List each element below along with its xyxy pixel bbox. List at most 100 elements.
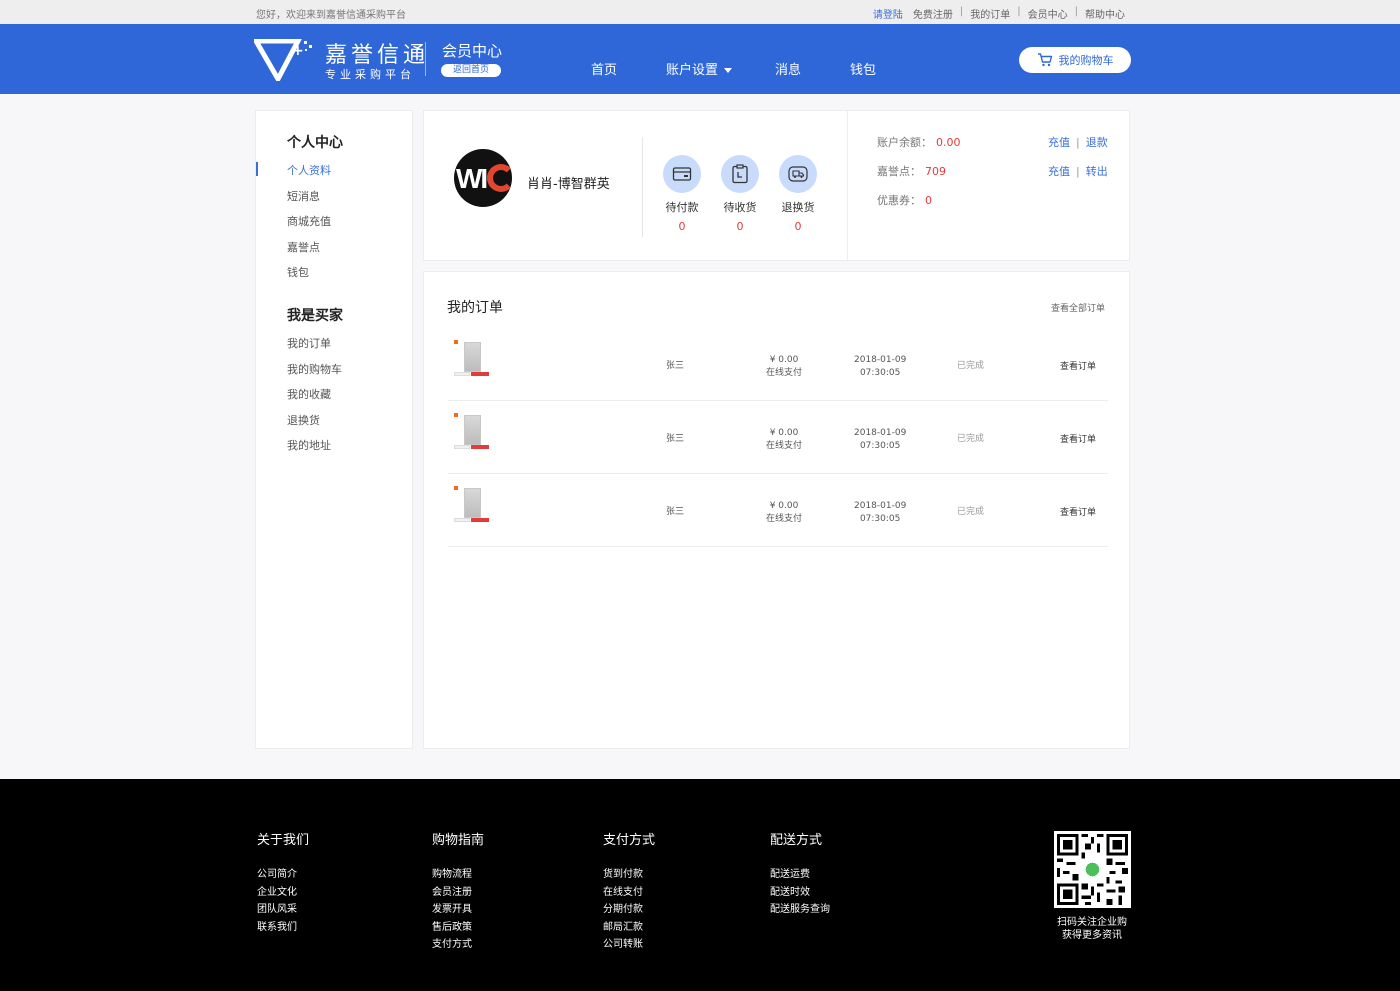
- view-order-link[interactable]: 查看订单: [1060, 434, 1096, 447]
- footer-link[interactable]: 在线支付: [603, 884, 655, 902]
- sidebar-item-wallet[interactable]: 钱包: [287, 264, 309, 280]
- sidebar-item-my-orders[interactable]: 我的订单: [287, 335, 331, 351]
- back-home-button[interactable]: 返回首页: [441, 64, 501, 77]
- account-balance-label: 账户余额：: [877, 136, 932, 149]
- order-date: 2018-01-09: [854, 428, 907, 438]
- footer-link[interactable]: 售后政策: [432, 919, 484, 937]
- order-payment: ¥ 0.00 在线支付: [766, 500, 802, 526]
- footer-link[interactable]: 购物流程: [432, 866, 484, 884]
- sidebar-item-recharge[interactable]: 商城充值: [287, 213, 331, 229]
- nav-account-settings[interactable]: 账户设置: [666, 59, 733, 78]
- brand-tagline: 专业采购平台: [325, 68, 415, 81]
- footer-link[interactable]: 发票开具: [432, 901, 484, 919]
- footer: 关于我们 公司简介 企业文化 团队风采 联系我们 购物指南 购物流程 会员注册 …: [0, 779, 1400, 991]
- order-buyer: 张三: [666, 361, 685, 371]
- my-cart-label: 我的购物车: [1058, 54, 1114, 67]
- nav-messages[interactable]: 消息: [775, 59, 801, 78]
- order-time: 2018-01-09 07:30:05: [854, 500, 906, 526]
- product-thumbnail[interactable]: [454, 486, 490, 526]
- stat-label: 待收货: [723, 201, 757, 214]
- product-thumbnail[interactable]: [454, 413, 490, 453]
- sidebar-item-points[interactable]: 嘉誉点: [287, 239, 320, 255]
- footer-column-title: 关于我们: [257, 833, 310, 848]
- top-links: 请登陆 免费注册 | 我的订单 | 会员中心 | 帮助中心: [868, 6, 1130, 21]
- nav-wallet[interactable]: 钱包: [850, 59, 876, 78]
- account-divider: [847, 111, 848, 260]
- order-time: 2018-01-09 07:30:05: [854, 427, 906, 453]
- avatar-text: WI: [456, 163, 488, 194]
- sidebar-item-favorites[interactable]: 我的收藏: [287, 386, 331, 402]
- footer-link[interactable]: 配送时效: [770, 884, 830, 902]
- username: 肖肖-博智群英: [527, 177, 610, 192]
- footer-link[interactable]: 联系我们: [257, 919, 309, 937]
- order-time: 2018-01-09 07:30:05: [854, 354, 906, 380]
- points-value: 709: [925, 165, 946, 178]
- footer-column-about: 关于我们 公司简介 企业文化 团队风采 联系我们: [257, 829, 309, 936]
- sidebar-item-addresses[interactable]: 我的地址: [287, 437, 331, 453]
- table-row[interactable]: 张三 ¥ 0.00 在线支付 2018-01-09 07:30:05 已完成 查看订…: [448, 328, 1108, 401]
- brand-name: 嘉誉信通: [325, 43, 430, 68]
- stat-pending-receipt[interactable]: 待收货 0: [710, 155, 770, 233]
- view-order-link[interactable]: 查看订单: [1060, 361, 1096, 374]
- orders-title: 我的订单: [447, 300, 503, 316]
- balance-refund-link[interactable]: 退款: [1086, 136, 1108, 149]
- footer-link[interactable]: 团队风采: [257, 901, 309, 919]
- order-payment: ¥ 0.00 在线支付: [766, 354, 802, 380]
- footer-link[interactable]: 货到付款: [603, 866, 655, 884]
- register-link[interactable]: 免费注册: [908, 6, 958, 21]
- footer-link[interactable]: 配送运费: [770, 866, 830, 884]
- logo-icon[interactable]: +: [254, 39, 316, 81]
- footer-link[interactable]: 公司简介: [257, 866, 309, 884]
- avatar[interactable]: WI: [454, 149, 512, 207]
- footer-link[interactable]: 会员注册: [432, 884, 484, 902]
- top-bar: 您好，欢迎来到嘉誉信通采购平台 请登陆 免费注册 | 我的订单 | 会员中心 |…: [0, 0, 1400, 24]
- footer-link[interactable]: 配送服务查询: [770, 901, 830, 919]
- order-clock: 07:30:05: [859, 368, 901, 378]
- table-row[interactable]: 张三 ¥ 0.00 在线支付 2018-01-09 07:30:05 已完成 查看订…: [448, 474, 1108, 547]
- stat-label: 待付款: [665, 201, 699, 214]
- points-row: 嘉誉点： 709: [877, 163, 946, 179]
- points-transfer-link[interactable]: 转出: [1086, 165, 1108, 178]
- profile-divider: [642, 137, 643, 237]
- sidebar-item-messages[interactable]: 短消息: [287, 188, 320, 204]
- footer-link[interactable]: 分期付款: [603, 901, 655, 919]
- points-recharge-link[interactable]: 充值: [1048, 165, 1070, 178]
- points-label: 嘉誉点：: [877, 165, 921, 178]
- footer-column-title: 支付方式: [603, 833, 656, 848]
- coupon-value: 0: [925, 194, 932, 207]
- my-cart-button[interactable]: 我的购物车: [1019, 47, 1131, 73]
- order-price: ¥ 0.00: [769, 355, 799, 365]
- footer-link[interactable]: 邮局汇款: [603, 919, 655, 937]
- balance-actions: 充值 | 退款: [1048, 134, 1108, 150]
- view-all-orders-link[interactable]: 查看全部订单: [1051, 301, 1105, 314]
- action-separator: |: [1076, 136, 1080, 149]
- stat-count: 0: [678, 220, 686, 233]
- member-center-title: 会员中心: [442, 42, 503, 60]
- sidebar-section-personal: 个人中心: [287, 135, 343, 151]
- help-center-link[interactable]: 帮助中心: [1080, 6, 1130, 21]
- order-date: 2018-01-09: [854, 501, 907, 511]
- order-status: 已完成: [957, 507, 985, 517]
- member-center-link[interactable]: 会员中心: [1023, 6, 1073, 21]
- sidebar-item-returns[interactable]: 退换货: [287, 412, 320, 428]
- footer-link[interactable]: 公司转账: [603, 936, 655, 954]
- order-price: ¥ 0.00: [769, 428, 799, 438]
- my-orders-link[interactable]: 我的订单: [965, 6, 1015, 21]
- order-status: 已完成: [957, 434, 985, 444]
- qr-caption-line-1: 扫码关注企业购: [1057, 917, 1127, 928]
- stat-returns[interactable]: 退换货 0: [768, 155, 828, 233]
- stat-pending-payment[interactable]: 待付款 0: [652, 155, 712, 233]
- sidebar-item-my-cart[interactable]: 我的购物车: [287, 361, 342, 377]
- balance-recharge-link[interactable]: 充值: [1048, 136, 1070, 149]
- footer-link[interactable]: 支付方式: [432, 936, 484, 954]
- coupon-row: 优惠券： 0: [877, 192, 932, 208]
- table-row[interactable]: 张三 ¥ 0.00 在线支付 2018-01-09 07:30:05 已完成 查看订…: [448, 401, 1108, 474]
- view-order-link[interactable]: 查看订单: [1060, 507, 1096, 520]
- footer-link[interactable]: 企业文化: [257, 884, 309, 902]
- nav-home[interactable]: 首页: [591, 59, 617, 78]
- active-indicator: [256, 162, 258, 176]
- login-link[interactable]: 请登陆: [868, 6, 908, 21]
- orders-card: 我的订单 查看全部订单 张三 ¥ 0.00 在线支付 2018-01-09 07:3…: [423, 271, 1130, 749]
- product-thumbnail[interactable]: [454, 340, 490, 380]
- sidebar-item-profile[interactable]: 个人资料: [287, 162, 331, 178]
